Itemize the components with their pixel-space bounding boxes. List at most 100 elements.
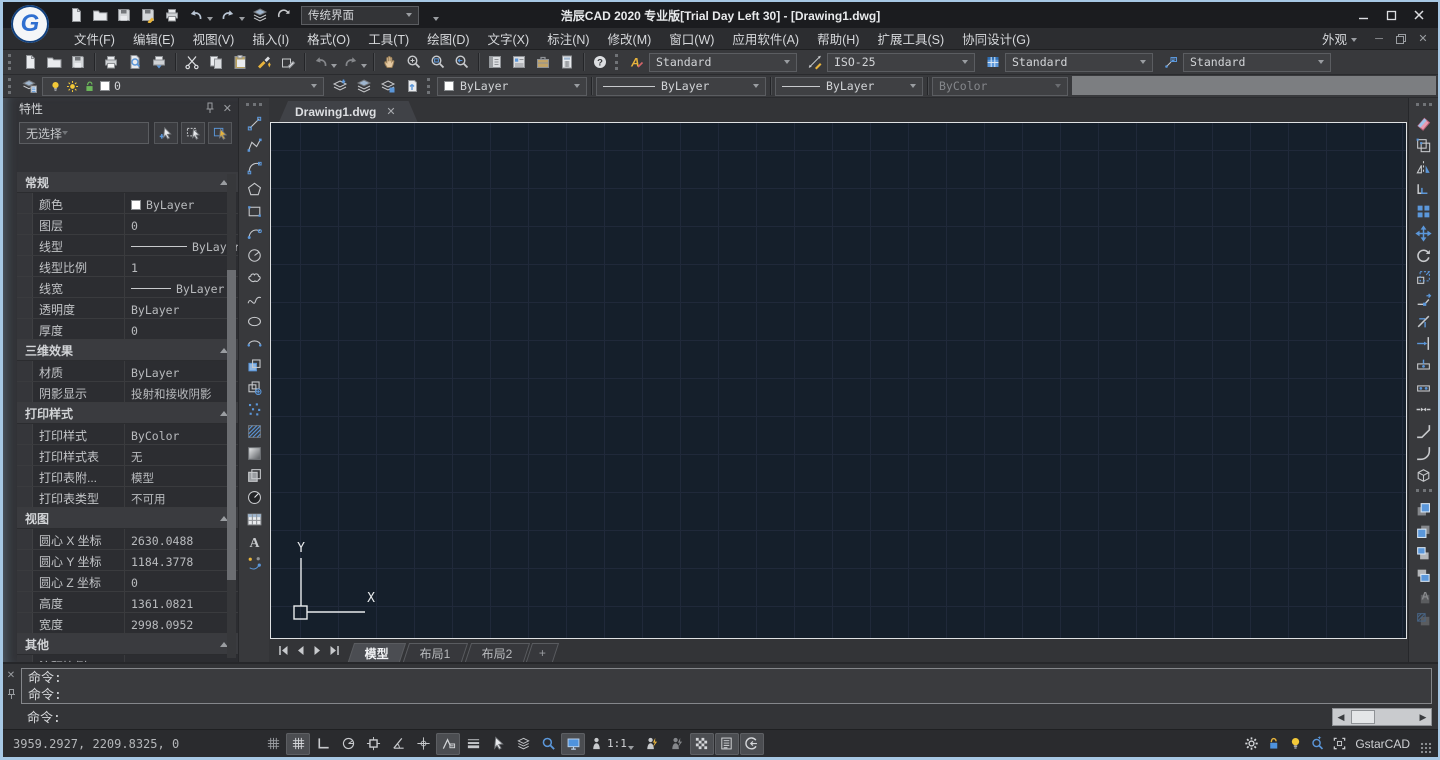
menu-item-13[interactable]: 扩展工具(S) (868, 28, 953, 50)
plot-preview-button[interactable] (123, 51, 147, 73)
hardware-acceleration-icon[interactable] (1288, 736, 1303, 751)
child-close-button[interactable]: ✕ (1414, 31, 1432, 47)
hatch-to-back-tool[interactable] (1411, 608, 1437, 630)
layer-unlock-icon[interactable] (83, 80, 96, 93)
menu-item-10[interactable]: 窗口(W) (660, 28, 723, 50)
send-to-back-tool[interactable] (1411, 520, 1437, 542)
menu-item-3[interactable]: 插入(I) (243, 28, 298, 50)
scrollbar-thumb[interactable] (227, 270, 236, 580)
make-layer-current-button[interactable] (352, 75, 376, 97)
property-value[interactable]: 2998.0952 (125, 613, 238, 633)
help-button[interactable]: ? (588, 51, 612, 73)
bring-to-front-tool[interactable] (1411, 498, 1437, 520)
send-under-objects-tool[interactable] (1411, 564, 1437, 586)
stretch-tool[interactable] (1411, 288, 1437, 310)
selection-combo[interactable]: 无选择 (19, 122, 149, 144)
property-value[interactable]: ByLayer (125, 193, 238, 213)
refresh-button[interactable] (273, 4, 295, 26)
lineweight-toggle[interactable] (461, 733, 485, 755)
arc-start-center-tool[interactable] (241, 222, 267, 244)
toolbar-grip[interactable] (1416, 489, 1432, 494)
zoom-realtime-button[interactable] (402, 51, 426, 73)
layer-on-bulb-icon[interactable] (49, 80, 62, 93)
match-properties-button[interactable] (252, 51, 276, 73)
property-value[interactable]: ByLayer (125, 235, 238, 255)
multiple-points-tool[interactable] (241, 398, 267, 420)
quickcalc-button[interactable] (555, 51, 579, 73)
object-snap-toggle[interactable] (361, 733, 385, 755)
transparency-toggle[interactable] (690, 733, 714, 755)
command-hscrollbar[interactable]: ◀ ▶ (1332, 708, 1432, 726)
property-value[interactable]: ByLayer (125, 298, 238, 318)
erase-tool[interactable] (1411, 112, 1437, 134)
fullscreen-icon[interactable] (1332, 736, 1347, 751)
publish-button[interactable] (147, 51, 171, 73)
line-tool[interactable] (241, 112, 267, 134)
mirror-tool[interactable] (1411, 156, 1437, 178)
make-block-tool[interactable] (241, 376, 267, 398)
new-button[interactable] (65, 4, 87, 26)
undo-button[interactable] (309, 51, 333, 73)
copy-tool[interactable] (1411, 134, 1437, 156)
layout-next-button[interactable] (309, 642, 326, 659)
designcenter-button[interactable] (507, 51, 531, 73)
circle-tool[interactable] (241, 244, 267, 266)
chamfer-tool[interactable] (1411, 420, 1437, 442)
open-button[interactable] (42, 51, 66, 73)
dynamic-input-toggle[interactable] (436, 733, 460, 755)
edit-block-button[interactable] (276, 51, 300, 73)
property-value[interactable]: 模型 (125, 466, 238, 486)
select-window-button[interactable] (181, 122, 205, 144)
isolate-objects-toggle[interactable] (511, 733, 535, 755)
elliptical-arc-tool[interactable] (241, 332, 267, 354)
auto-annotation-toggle[interactable] (665, 733, 689, 755)
toolbar-grip[interactable] (1416, 103, 1432, 108)
layout-first-button[interactable] (275, 642, 292, 659)
layout-add-tab[interactable]: + (526, 643, 559, 662)
property-value[interactable]: 1361.0821 (125, 592, 238, 612)
region-tool[interactable] (241, 464, 267, 486)
color-combo[interactable]: ByLayer (437, 77, 587, 96)
print-button[interactable] (161, 4, 183, 26)
menu-item-12[interactable]: 帮助(H) (808, 28, 868, 50)
array-tool[interactable] (1411, 200, 1437, 222)
hatch-tool[interactable] (241, 420, 267, 442)
property-value[interactable]: 0 (125, 319, 238, 339)
resize-grip[interactable] (1420, 742, 1432, 754)
select-add-button[interactable] (154, 122, 178, 144)
offset-tool[interactable] (1411, 178, 1437, 200)
ortho-toggle[interactable] (311, 733, 335, 755)
text-to-front-tool[interactable]: A (1411, 586, 1437, 608)
selection-filter-toggle[interactable] (715, 733, 739, 755)
property-value[interactable]: 0 (125, 571, 238, 591)
rectangle-tool[interactable] (241, 200, 267, 222)
app-logo-button[interactable]: G (11, 5, 49, 43)
annotation-scale-button[interactable]: 1:1 (586, 733, 639, 755)
spline-tool[interactable] (241, 288, 267, 310)
layout-prev-button[interactable] (292, 642, 309, 659)
save-as-button[interactable] (137, 4, 159, 26)
cut-button[interactable] (180, 51, 204, 73)
menu-item-8[interactable]: 标注(N) (538, 28, 598, 50)
rotate-tool[interactable] (1411, 244, 1437, 266)
object-track-toggle[interactable] (411, 733, 435, 755)
menu-item-4[interactable]: 格式(O) (298, 28, 359, 50)
zoom-window-button[interactable] (426, 51, 450, 73)
menu-item-0[interactable]: 文件(F) (65, 28, 124, 50)
maximize-button[interactable] (1378, 5, 1404, 25)
layer-combo[interactable]: 0 (42, 77, 324, 96)
quick-properties-toggle[interactable] (561, 733, 585, 755)
undo-button[interactable] (185, 4, 207, 26)
command-input[interactable]: 命令: (21, 704, 1432, 729)
layout-tab-0[interactable]: 模型 (348, 643, 406, 662)
insert-block-tool[interactable] (241, 354, 267, 376)
trim-tool[interactable] (1411, 310, 1437, 332)
toolbar-grip[interactable] (615, 54, 620, 70)
polar-toggle[interactable] (336, 733, 360, 755)
snap-toggle[interactable] (261, 733, 285, 755)
menu-item-2[interactable]: 视图(V) (184, 28, 244, 50)
table-style-combo[interactable]: Standard (1005, 53, 1153, 72)
property-value[interactable]: 0 (125, 214, 238, 234)
property-value[interactable]: ByColor (125, 424, 238, 444)
child-restore-button[interactable] (1392, 31, 1410, 47)
